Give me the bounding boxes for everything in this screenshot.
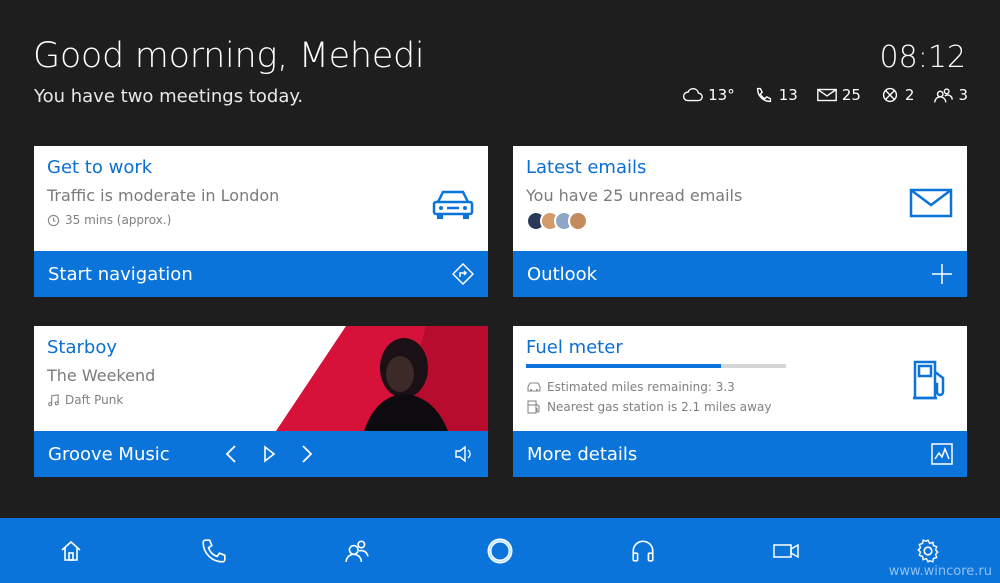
clock-icon [47,214,60,226]
card-fuel-meter[interactable]: Fuel meter Estimated miles remaining: 3.… [513,326,967,477]
card-latest-emails[interactable]: Latest emails You have 25 unread emails … [513,146,967,297]
previous-icon[interactable] [224,444,238,464]
xbox-count: 2 [904,86,915,104]
gas-pump-icon [913,360,945,400]
miles-remaining: Estimated miles remaining: 3.3 [547,380,735,394]
status-bar: 13° 13 25 2 3 [682,86,968,104]
phone-icon [202,538,226,563]
album-art [276,326,488,431]
travel-time: 35 mins (approx.) [65,213,172,227]
album-artist: Daft Punk [65,393,124,407]
fuel-level-bar [526,364,786,368]
unread-emails-text: You have 25 unread emails [526,186,743,205]
people-button[interactable] [337,531,377,571]
video-button[interactable] [766,531,806,571]
mail-count: 25 [841,86,861,104]
mail-icon [816,88,837,102]
card-title: Get to work [47,157,153,178]
people-icon [934,88,954,103]
fuel-level-fill [526,364,721,368]
card-get-to-work[interactable]: Get to work Traffic is moderate in Londo… [34,146,488,297]
music-button[interactable] [623,531,663,571]
phone-icon [756,87,771,103]
watermark: www.wincore.ru [888,564,992,579]
xbox-icon [882,87,898,103]
weather-status[interactable]: 13° [682,86,735,104]
video-camera-icon [772,543,799,558]
next-icon[interactable] [300,444,314,464]
people-count: 3 [958,86,968,104]
home-icon [61,540,81,561]
outlook-label: Outlook [527,263,598,285]
chart-icon [931,443,953,465]
avatar [568,211,588,231]
groove-music-label: Groove Music [48,443,170,465]
headphones-icon [632,539,654,562]
directions-icon [452,263,474,285]
mail-icon [909,188,953,218]
start-navigation-button[interactable]: Start navigation [34,251,488,297]
play-icon[interactable] [262,444,276,464]
card-now-playing[interactable]: Starboy The Weekend Daft Punk Groove Mus… [34,326,488,477]
clock: 08:12 [879,40,966,75]
people-icon [345,539,369,562]
phone-button[interactable] [194,531,234,571]
weather-temp: 13° [708,86,735,104]
gas-station-small-icon [527,400,540,414]
card-title: Fuel meter [526,337,623,358]
calls-count: 13 [778,86,798,104]
outlook-button[interactable]: Outlook [513,251,967,297]
groove-music-bar[interactable]: Groove Music [34,431,488,477]
car-small-icon [527,382,541,392]
cortana-icon [487,538,513,563]
sender-avatars [526,211,954,231]
greeting-title: Good morning, Mehedi [33,36,425,76]
music-note-icon [48,393,59,406]
gear-icon [917,538,940,563]
more-details-button[interactable]: More details [513,431,967,477]
card-title: Latest emails [526,157,647,178]
nearest-gas-station: Nearest gas station is 2.1 miles away [547,400,772,414]
cloud-icon [683,88,703,102]
car-icon [432,190,474,219]
people-status[interactable]: 3 [932,86,968,104]
more-details-label: More details [527,443,638,465]
greeting-subtitle: You have two meetings today. [34,86,304,107]
mail-status[interactable]: 25 [816,86,861,104]
volume-icon[interactable] [454,445,474,463]
calls-status[interactable]: 13 [753,86,798,104]
plus-icon[interactable] [931,263,953,285]
xbox-status[interactable]: 2 [879,86,915,104]
traffic-text: Traffic is moderate in London [47,186,280,205]
cortana-button[interactable] [480,531,520,571]
taskbar: www.wincore.ru [0,518,1000,583]
home-button[interactable] [51,531,91,571]
start-navigation-label: Start navigation [48,263,193,285]
